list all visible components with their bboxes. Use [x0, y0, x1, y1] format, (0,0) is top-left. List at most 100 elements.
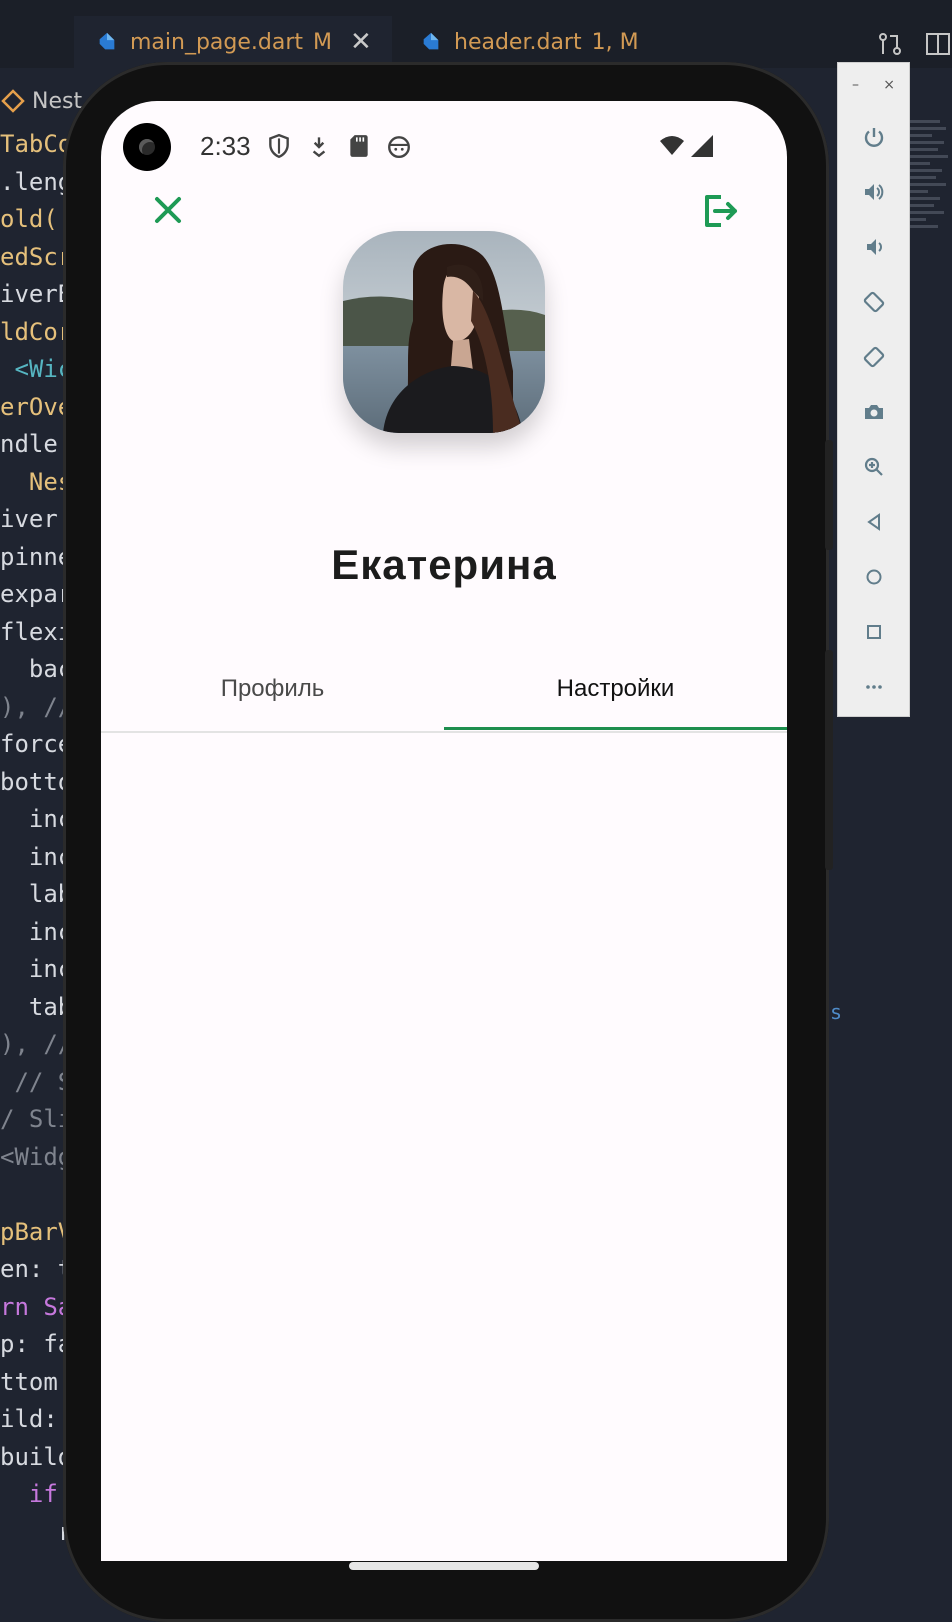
breadcrumb: Nest: [0, 88, 82, 114]
screenshot-button[interactable]: [860, 398, 888, 426]
overview-button[interactable]: [860, 618, 888, 646]
code-line: TabCo: [0, 130, 70, 158]
code-line: inc: [0, 955, 70, 983]
code-line: en: t: [0, 1255, 70, 1283]
back-button[interactable]: [860, 508, 888, 536]
camera-icon: [865, 405, 883, 419]
zoom-in-icon: [864, 457, 883, 476]
code-line: <Widg: [0, 1142, 70, 1171]
close-icon[interactable]: [151, 193, 185, 227]
code-line: force: [0, 730, 70, 758]
profile-name: Екатерина: [331, 541, 557, 588]
status-notification-icons: [266, 133, 412, 159]
profile-tab-bar: Профиль Настройки: [101, 649, 787, 733]
code-line: erOve: [0, 392, 70, 421]
power-button[interactable]: [860, 123, 888, 151]
code-line: iver:: [0, 505, 70, 533]
code-line: p: fa: [0, 1330, 70, 1358]
home-button[interactable]: [860, 563, 888, 591]
editor-tab-label: main_page.dart: [130, 29, 304, 55]
logout-icon[interactable]: [701, 191, 741, 231]
symbol-class-icon: [1, 89, 25, 113]
volume-up-button[interactable]: [860, 178, 888, 206]
code-line: tab: [0, 992, 70, 1021]
minimize-button[interactable]: –: [852, 77, 859, 93]
code-line: ldCor: [0, 317, 70, 346]
tab-label: Настройки: [556, 675, 675, 702]
split-editor-icon[interactable]: [924, 30, 952, 58]
rotate-left-button[interactable]: [860, 288, 888, 316]
code-line: .leng: [0, 167, 70, 196]
code-line: ttom:: [0, 1367, 70, 1396]
code-line: lab: [0, 880, 70, 908]
android-face-icon: [388, 136, 410, 159]
code-line: <Wic: [0, 355, 70, 383]
code-fragment: s: [830, 1000, 843, 1024]
code-line: r: [0, 1517, 70, 1546]
volume-up-icon: [865, 184, 884, 200]
shield-icon: [269, 133, 289, 159]
editor-tab-main-page[interactable]: main_page.dart M ✕: [74, 16, 392, 68]
code-line: if: [0, 1480, 70, 1508]
zoom-button[interactable]: [860, 453, 888, 481]
editor-tab-bar: main_page.dart M ✕ header.dart 1, M: [0, 0, 952, 68]
square-overview-icon: [867, 625, 881, 639]
code-line: // S: [0, 1067, 70, 1096]
triangle-back-icon: [867, 513, 880, 531]
close-tab-icon[interactable]: ✕: [350, 27, 372, 57]
cellular-signal-icon: [691, 135, 713, 157]
status-system-icons: [659, 133, 715, 159]
phone-power-key: [825, 440, 833, 550]
rotate-left-icon: [863, 291, 885, 313]
avatar-photo: [343, 231, 545, 433]
volume-down-icon: [867, 239, 882, 255]
wifi-icon: [660, 136, 684, 155]
code-line: botto: [0, 767, 70, 796]
rotate-right-icon: [863, 346, 885, 368]
more-button[interactable]: [860, 673, 888, 701]
code-line: ild:: [0, 1405, 70, 1433]
power-icon: [864, 128, 884, 147]
editor-tab-label: header.dart: [454, 29, 582, 55]
code-line: pBarV: [0, 1217, 70, 1246]
code-line: / Sli: [0, 1105, 70, 1133]
code-line: iverB: [0, 280, 70, 308]
code-line: inc: [0, 842, 70, 871]
rotate-right-button[interactable]: [860, 343, 888, 371]
phone-volume-key: [825, 650, 833, 870]
emulator-window-controls: – ×: [852, 77, 895, 93]
code-line: ), //: [0, 692, 70, 721]
editor-actions: [876, 30, 952, 58]
emulator-toolbar: – ×: [837, 62, 910, 717]
tab-settings[interactable]: Настройки: [444, 649, 787, 729]
code-line: flexi: [0, 617, 70, 646]
status-bar: 2:33: [101, 101, 787, 191]
phone-screen: 2:33 Екатерина Профиль Настройки: [101, 101, 787, 1561]
tab-profile[interactable]: Профиль: [101, 649, 444, 729]
tab-indicator: [444, 727, 787, 730]
minimap: [910, 120, 950, 360]
home-gesture-bar[interactable]: [349, 1562, 539, 1570]
code-line: Nes: [0, 467, 70, 496]
code-line: expar: [0, 580, 70, 608]
dart-file-icon: [99, 32, 115, 50]
front-camera: [123, 123, 171, 171]
editor-tab-header[interactable]: header.dart 1, M: [420, 16, 639, 68]
code-line: ndle:: [0, 430, 70, 458]
code-line: ), //: [0, 1030, 70, 1058]
compare-changes-icon[interactable]: [876, 30, 904, 58]
sd-card-icon: [350, 135, 368, 157]
code-line: inc: [0, 917, 70, 946]
editor-tab-status: 1, M: [591, 29, 639, 55]
code-line: rn Sa: [0, 1292, 70, 1321]
code-line: build: [0, 1442, 70, 1471]
code-line: bac: [0, 655, 70, 683]
code-line: old(: [0, 205, 58, 233]
breadcrumb-label: Nest: [32, 88, 83, 114]
code-line: pinne: [0, 542, 70, 571]
tab-label: Профиль: [220, 675, 325, 702]
code-editor: TabCo .leng old(edScr iverB ldCor <Wic erOve n…: [0, 126, 70, 1551]
close-window-button[interactable]: ×: [883, 77, 895, 93]
volume-down-button[interactable]: [860, 233, 888, 261]
